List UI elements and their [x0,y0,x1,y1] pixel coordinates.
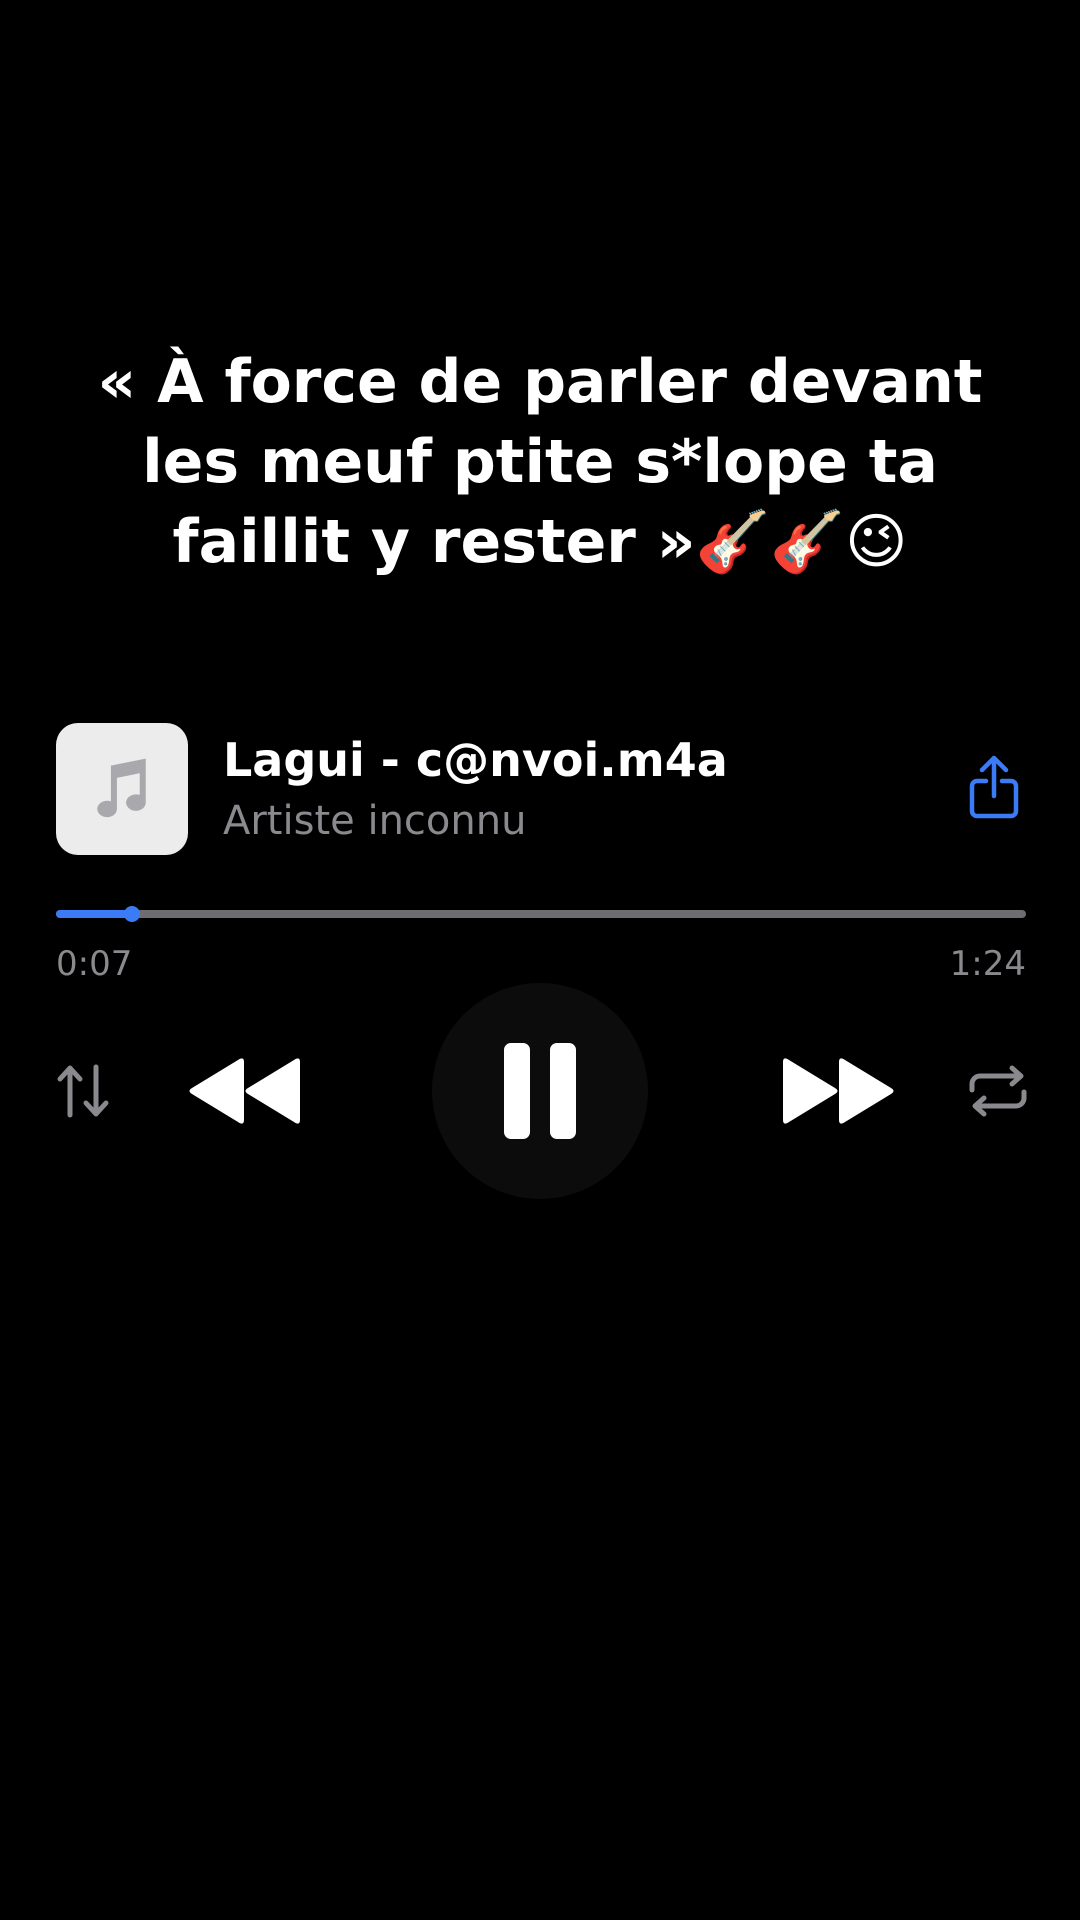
rewind-button[interactable] [182,1052,306,1130]
progress-knob[interactable] [123,906,140,922]
repeat-button[interactable] [966,1064,1030,1118]
progress-slider[interactable] [56,906,1026,922]
now-playing-track: Lagui - c@nvoi.m4a Artiste inconnu [56,723,1024,855]
sort-arrows-icon [57,1064,109,1118]
progress-track [56,910,1026,918]
track-title: Lagui - c@nvoi.m4a [223,733,728,787]
track-artist: Artiste inconnu [223,798,527,844]
share-button[interactable] [964,751,1024,823]
album-artwork [56,723,188,855]
pause-icon [504,1043,576,1139]
caption-line-2: les meuf ptite s*lope ta [142,427,938,497]
share-icon [969,755,1019,819]
caption-text: « À force de parler devant les meuf ptit… [60,342,1020,582]
total-time: 1:24 [949,944,1026,984]
elapsed-time: 0:07 [56,944,133,984]
caption-line-3: faillit y rester »🎸🎸😉 [60,502,1020,582]
rewind-icon [189,1058,300,1124]
fast-forward-button[interactable] [777,1052,901,1130]
caption-emoji: 🎸🎸😉 [695,507,908,577]
caption-line-1: « À force de parler devant [97,347,983,417]
music-note-icon [97,758,146,818]
progress-fill [56,910,132,918]
fast-forward-icon [783,1058,894,1124]
pause-button[interactable] [432,983,648,1199]
caption-line-3-text: faillit y rester » [172,507,696,577]
sort-order-button[interactable] [52,1060,114,1122]
repeat-icon [969,1065,1027,1117]
